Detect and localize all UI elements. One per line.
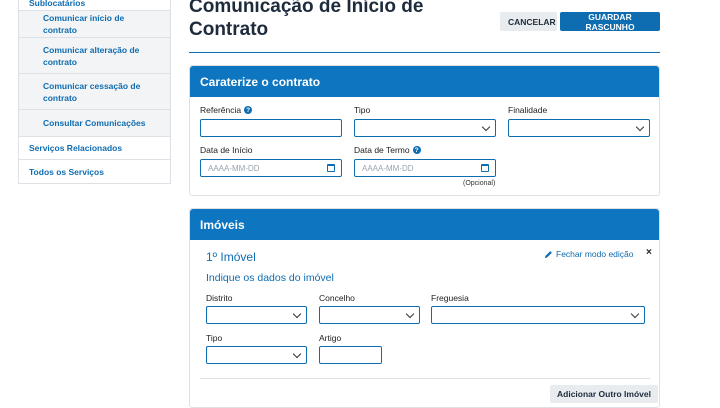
sidebar-item-todos-servicos[interactable]: Todos os Serviços	[19, 160, 170, 183]
tipo-imovel-label: Tipo	[206, 333, 223, 343]
sidebar-item-comunicar-alteracao[interactable]: Comunicar alteração de contrato	[19, 38, 170, 74]
save-draft-button[interactable]: GUARDAR RASCUNHO	[560, 12, 660, 32]
sidebar-nav: Sublocatários Comunicar início de contra…	[18, 0, 171, 184]
imoveis-divider	[200, 378, 650, 379]
imovel-title: 1º Imóvel	[206, 250, 256, 264]
data-inicio-input[interactable]: AAAA-MM-DD	[200, 159, 342, 177]
sidebar-item-consultar-comunicacoes[interactable]: Consultar Comunicações	[19, 110, 170, 137]
chevron-down-icon	[481, 122, 491, 132]
freguesia-select[interactable]	[431, 306, 645, 324]
contract-card: Caraterize o contrato Referência ? Tipo …	[189, 65, 660, 196]
finalidade-label: Finalidade	[508, 105, 548, 115]
close-icon[interactable]: ×	[646, 247, 652, 258]
header-divider	[189, 52, 660, 53]
page-title: Comunicação de Início de Contrato	[189, 0, 424, 40]
data-termo-label: Data de Termo ?	[354, 145, 421, 155]
artigo-label: Artigo	[319, 333, 342, 343]
tipo-imovel-select[interactable]	[206, 346, 307, 364]
sidebar-item-comunicar-cessacao[interactable]: Comunicar cessação de contrato	[19, 74, 170, 110]
freguesia-label: Freguesia	[431, 293, 469, 303]
concelho-select[interactable]	[319, 306, 420, 324]
referencia-input[interactable]	[200, 119, 342, 137]
chevron-down-icon	[635, 122, 645, 132]
finalidade-select[interactable]	[508, 119, 650, 137]
referencia-label: Referência ?	[200, 105, 253, 115]
data-termo-input[interactable]: AAAA-MM-DD	[354, 159, 496, 177]
chevron-down-icon	[292, 349, 302, 359]
chevron-down-icon	[292, 309, 302, 319]
chevron-down-icon	[405, 309, 415, 319]
referencia-label-text: Referência	[200, 105, 242, 115]
close-edit-mode-label: Fechar modo edição	[556, 249, 634, 259]
imoveis-card-title: Imóveis	[190, 209, 659, 240]
date-placeholder: AAAA-MM-DD	[208, 163, 260, 173]
imovel-subtitle: Indique os dados do imóvel	[206, 272, 334, 284]
artigo-input[interactable]	[319, 346, 382, 364]
concelho-label: Concelho	[319, 293, 355, 303]
distrito-select[interactable]	[206, 306, 307, 324]
pencil-icon	[544, 250, 552, 258]
date-placeholder: AAAA-MM-DD	[362, 163, 414, 173]
add-imovel-button[interactable]: Adicionar Outro Imóvel	[550, 385, 658, 403]
chevron-down-icon	[630, 309, 640, 319]
distrito-label: Distrito	[206, 293, 233, 303]
sidebar-item-sublocatarios[interactable]: Sublocatários	[19, 0, 170, 11]
tipo-label: Tipo	[354, 105, 371, 115]
calendar-icon[interactable]	[481, 164, 489, 172]
calendar-icon[interactable]	[327, 164, 335, 172]
info-icon[interactable]: ?	[412, 146, 421, 154]
info-icon[interactable]: ?	[244, 106, 253, 114]
cancel-button[interactable]: CANCELAR	[500, 12, 557, 31]
contract-card-title: Caraterize o contrato	[190, 66, 659, 97]
imoveis-card: Imóveis 1º Imóvel Fechar modo edição × I…	[189, 208, 660, 408]
optional-hint: (Opcional)	[463, 180, 496, 187]
close-edit-mode-link[interactable]: Fechar modo edição	[544, 249, 634, 259]
data-termo-label-text: Data de Termo	[354, 145, 410, 155]
sidebar-item-servicos-relacionados[interactable]: Serviços Relacionados	[19, 137, 170, 160]
sidebar-item-comunicar-inicio[interactable]: Comunicar início de contrato	[19, 11, 170, 38]
data-inicio-label: Data de Início	[200, 145, 253, 155]
tipo-select[interactable]	[354, 119, 496, 137]
